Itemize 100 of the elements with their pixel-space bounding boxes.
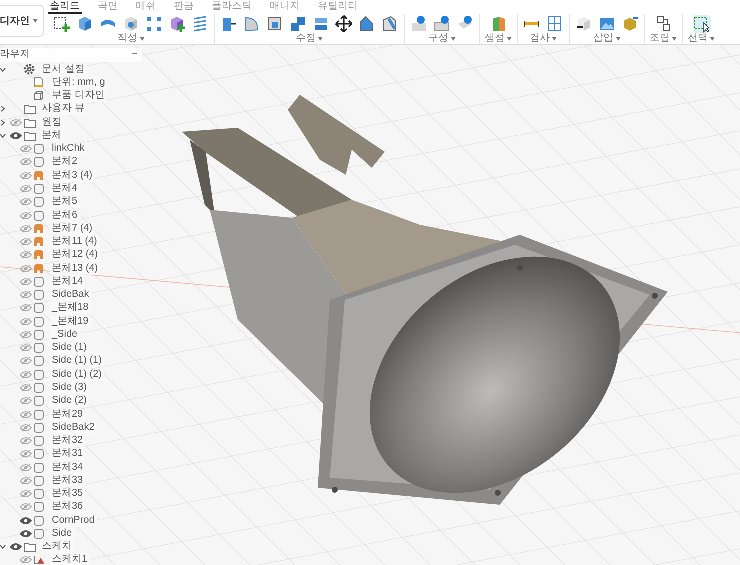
hidden-eye-icon[interactable] xyxy=(20,238,32,246)
tree-item-label[interactable]: 본체12 (4) xyxy=(50,249,100,262)
group-menu-button[interactable]: 구성 xyxy=(428,33,456,44)
hidden-eye-icon[interactable] xyxy=(20,370,32,379)
tree-item-label[interactable]: 본체36 xyxy=(50,501,86,514)
tree-item-label[interactable]: 사용자 뷰 xyxy=(40,103,87,116)
hidden-eye-icon[interactable] xyxy=(20,318,32,326)
hidden-eye-icon[interactable] xyxy=(20,224,32,233)
chevron-icon[interactable] xyxy=(0,544,6,550)
section-icon[interactable] xyxy=(546,14,564,32)
tree-item-label[interactable]: 본체6 xyxy=(50,210,80,222)
body-icon xyxy=(34,184,44,194)
collapse-button[interactable]: − xyxy=(132,49,142,61)
hidden-eye-icon[interactable] xyxy=(20,304,32,312)
hole-icon[interactable] xyxy=(122,14,140,32)
tree-item-label[interactable]: 부품 디자인 xyxy=(50,90,107,102)
tree-item-label[interactable]: 본체 xyxy=(40,130,64,142)
tree-item-label[interactable]: 본체35 xyxy=(50,488,86,500)
group-menu-button[interactable]: 선택 xyxy=(688,33,715,44)
workspace-tab[interactable]: 솔리드 xyxy=(48,1,82,14)
tree-item-label[interactable]: 본체3 (4) xyxy=(50,170,95,182)
hidden-eye-icon[interactable] xyxy=(20,185,32,194)
tree-item-label[interactable]: Side (1) (2) xyxy=(50,368,104,381)
tree-item-label[interactable]: 본체4 xyxy=(50,183,80,196)
hidden-eye-icon[interactable] xyxy=(20,556,32,564)
hidden-eye-icon[interactable] xyxy=(20,172,32,180)
component-plus-icon[interactable] xyxy=(168,14,186,32)
tree-item-label[interactable]: 본체2 xyxy=(50,156,80,168)
group-menu-button[interactable]: 수정 xyxy=(296,33,323,44)
tree-item-label[interactable]: Side (1) (1) xyxy=(50,355,104,368)
workspace-button[interactable]: 디자인 xyxy=(0,5,44,37)
tree-item-label[interactable]: 본체5 xyxy=(50,196,80,208)
hidden-eye-icon[interactable] xyxy=(20,437,32,446)
plane-icon[interactable] xyxy=(410,14,428,32)
tree-item-label[interactable]: 본체31 xyxy=(50,448,86,460)
plane-icon[interactable] xyxy=(433,14,451,32)
box-icon[interactable] xyxy=(76,14,94,32)
hidden-eye-icon[interactable] xyxy=(20,503,32,512)
hidden-eye-icon[interactable] xyxy=(20,212,32,220)
tree-item-label[interactable]: SideBak2 xyxy=(50,422,97,434)
tree-item-label[interactable]: SideBak xyxy=(50,289,92,302)
tree-item-label[interactable]: 본체29 xyxy=(50,408,86,421)
eye-icon[interactable] xyxy=(20,530,32,538)
combine-icon[interactable] xyxy=(289,14,307,32)
hidden-eye-icon[interactable] xyxy=(20,384,32,392)
tree-item-label[interactable]: _본체18 xyxy=(50,302,91,314)
tree-item-label[interactable]: 본체11 (4) xyxy=(50,236,100,248)
hidden-eye-icon[interactable] xyxy=(20,490,32,498)
tree-item-label[interactable]: Side (1) xyxy=(50,342,90,354)
hidden-eye-icon[interactable] xyxy=(20,158,32,166)
group-menu-button[interactable]: 삽입 xyxy=(594,33,620,44)
hidden-eye-icon[interactable] xyxy=(10,118,22,127)
hidden-eye-icon[interactable] xyxy=(20,464,32,472)
eye-icon[interactable] xyxy=(20,516,32,525)
tree-item-label[interactable]: 본체7 (4) xyxy=(50,222,95,235)
hidden-eye-icon[interactable] xyxy=(20,145,32,154)
tree-item-label[interactable]: Side (2) xyxy=(50,395,90,408)
hidden-eye-icon[interactable] xyxy=(20,450,32,458)
tree-item-label[interactable]: 본체34 xyxy=(50,462,86,474)
hidden-eye-icon[interactable] xyxy=(20,251,32,260)
group-menu-button[interactable]: 작성 xyxy=(118,33,144,44)
hidden-eye-icon[interactable] xyxy=(20,357,32,366)
sketch-plus-icon[interactable] xyxy=(53,14,71,32)
tree-item-label[interactable]: 단위: mm, g xyxy=(50,76,108,89)
eye-icon[interactable] xyxy=(10,543,22,552)
pattern-icon[interactable] xyxy=(145,14,163,32)
tree-item-label[interactable]: 본체14 xyxy=(50,276,86,288)
tree-item-label[interactable]: CornProd xyxy=(50,514,97,527)
shell-icon[interactable] xyxy=(266,14,284,32)
group-menu-button[interactable]: 검사 xyxy=(530,33,557,44)
hidden-eye-icon[interactable] xyxy=(20,264,32,273)
hidden-eye-icon[interactable] xyxy=(20,330,32,339)
chevron-icon[interactable] xyxy=(0,132,6,139)
hidden-eye-icon[interactable] xyxy=(20,476,32,485)
tree-item-label[interactable]: 문서 설정 xyxy=(40,64,87,76)
group-menu-button[interactable]: 생성 xyxy=(485,33,512,44)
tree-item-label[interactable]: linkChk xyxy=(50,143,87,156)
tree-item-label[interactable]: _본체19 xyxy=(50,316,91,328)
hidden-eye-icon[interactable] xyxy=(20,198,32,206)
tree-item-label[interactable]: 본체33 xyxy=(50,474,86,487)
tree-item-label[interactable]: 본체13 (4) xyxy=(50,262,100,275)
caret-icon xyxy=(552,36,557,40)
tree-item-label[interactable]: Side (3) xyxy=(50,382,90,394)
group-menu-button[interactable]: 조립 xyxy=(650,33,677,44)
tree-item-label[interactable]: _Side xyxy=(50,328,80,341)
chevron-icon[interactable] xyxy=(0,106,6,112)
tree-item-label[interactable]: 본체32 xyxy=(50,435,86,448)
fillet-icon[interactable] xyxy=(243,14,261,32)
move-icon[interactable] xyxy=(335,14,353,32)
hidden-eye-icon[interactable] xyxy=(20,410,32,419)
chevron-icon[interactable] xyxy=(0,120,6,126)
hidden-eye-icon[interactable] xyxy=(20,424,32,432)
hidden-eye-icon[interactable] xyxy=(20,278,32,286)
hidden-eye-icon[interactable] xyxy=(20,291,32,300)
hidden-eye-icon[interactable] xyxy=(20,397,32,406)
eye-icon[interactable] xyxy=(10,132,22,140)
tree-item-label[interactable]: 스케치1 xyxy=(50,554,90,565)
hidden-eye-icon[interactable] xyxy=(20,344,32,352)
selection-icon[interactable] xyxy=(692,14,710,32)
chevron-icon[interactable] xyxy=(0,66,6,73)
